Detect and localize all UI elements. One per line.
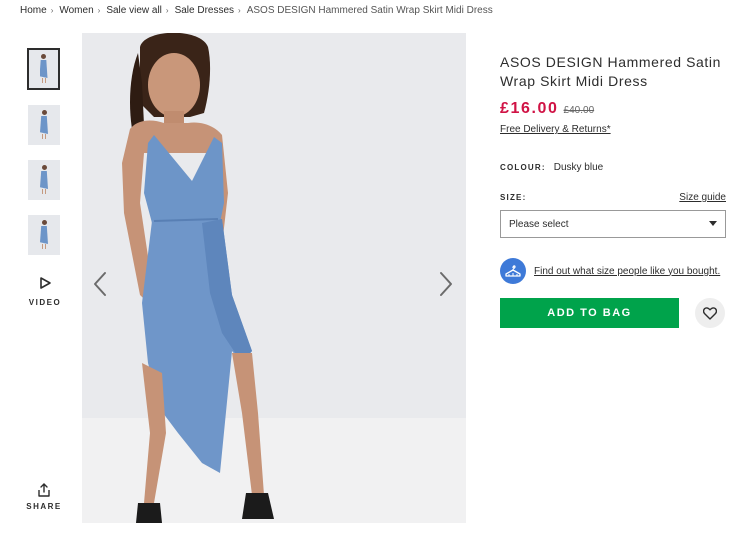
chevron-left-icon	[94, 272, 106, 296]
breadcrumb: Home › Women › Sale view all › Sale Dres…	[20, 5, 493, 16]
previous-image-button[interactable]	[90, 271, 112, 297]
product-info: ASOS DESIGN Hammered Satin Wrap Skirt Mi…	[500, 50, 726, 328]
bag-row: ADD TO BAG	[500, 298, 726, 328]
chevron-down-icon	[709, 221, 717, 226]
thumbnail-3[interactable]	[28, 160, 60, 200]
price-row: £16.00 £40.00	[500, 100, 726, 118]
breadcrumb-separator: ›	[97, 6, 101, 15]
original-price: £40.00	[563, 105, 595, 116]
thumbnail-1[interactable]	[27, 48, 60, 90]
thumbnail-list	[27, 48, 62, 270]
current-price: £16.00	[500, 100, 559, 117]
play-icon	[40, 277, 51, 289]
hanger-icon[interactable]	[500, 258, 526, 284]
breadcrumb-sale-dresses[interactable]: Sale Dresses	[175, 5, 234, 16]
fit-assistant-row: Find out what size people like you bough…	[500, 258, 726, 284]
colour-label: COLOUR:	[500, 163, 546, 172]
share-button[interactable]: SHARE	[26, 482, 62, 511]
heart-icon	[703, 306, 717, 320]
save-for-later-button[interactable]	[695, 298, 725, 328]
product-title: ASOS DESIGN Hammered Satin Wrap Skirt Mi…	[500, 54, 721, 89]
breadcrumb-separator: ›	[50, 6, 54, 15]
next-image-button[interactable]	[434, 271, 456, 297]
size-guide-link[interactable]: Size guide	[679, 192, 726, 203]
product-hero-image	[82, 33, 466, 523]
breadcrumb-current: ASOS DESIGN Hammered Satin Wrap Skirt Mi…	[246, 5, 493, 16]
breadcrumb-separator: ›	[238, 6, 241, 15]
size-select[interactable]: Please select	[500, 210, 726, 238]
fit-assistant-link[interactable]: Find out what size people like you bough…	[534, 266, 720, 277]
breadcrumb-sale-view-all[interactable]: Sale view all	[106, 5, 162, 16]
model-photo	[122, 33, 274, 523]
size-select-value: Please select	[509, 218, 569, 230]
breadcrumb-separator: ›	[165, 6, 169, 15]
video-button[interactable]: VIDEO	[28, 276, 62, 307]
free-delivery-link[interactable]: Free Delivery & Returns*	[500, 124, 611, 135]
share-icon	[38, 483, 50, 497]
add-to-bag-button[interactable]: ADD TO BAG	[500, 298, 679, 328]
thumbnail-2[interactable]	[28, 105, 60, 145]
size-row: SIZE: Size guide	[500, 192, 726, 203]
chevron-right-icon	[440, 272, 452, 296]
share-label: SHARE	[26, 502, 62, 511]
video-label: VIDEO	[28, 298, 62, 307]
colour-row: COLOUR: Dusky blue	[500, 162, 726, 173]
size-label: SIZE:	[500, 193, 527, 202]
breadcrumb-home[interactable]: Home	[20, 5, 47, 16]
breadcrumb-women[interactable]: Women	[59, 5, 93, 16]
colour-value: Dusky blue	[553, 162, 604, 173]
thumbnail-4[interactable]	[28, 215, 60, 255]
